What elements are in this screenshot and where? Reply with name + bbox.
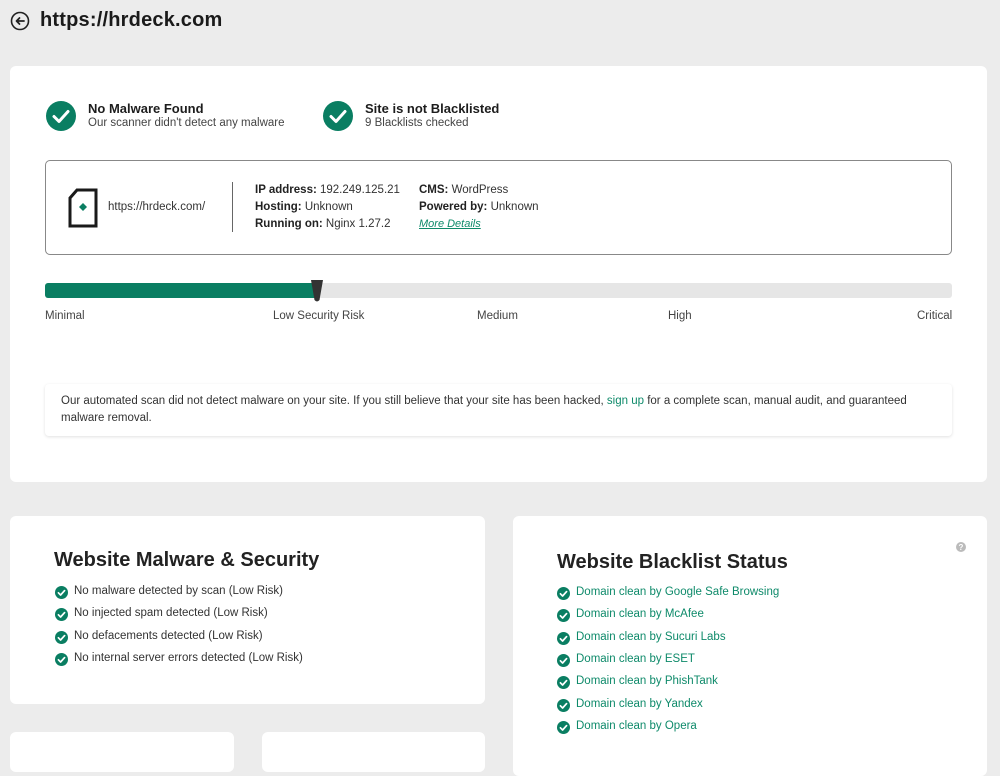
- risk-marker-icon: [311, 280, 323, 302]
- list-item-label[interactable]: Domain clean by Opera: [576, 720, 697, 732]
- top-bar: https://hrdeck.com: [0, 0, 1000, 42]
- check-circle-icon: [323, 101, 353, 131]
- check-circle-icon: [55, 586, 68, 599]
- divider: [232, 182, 233, 232]
- site-url: https://hrdeck.com/: [108, 201, 206, 213]
- back-arrow-icon[interactable]: [10, 11, 30, 31]
- check-circle-icon: [557, 587, 570, 600]
- malware-section-title: Website Malware & Security: [54, 549, 320, 571]
- site-info-box: https://hrdeck.com/ IP address: 192.249.…: [45, 160, 952, 255]
- more-details-link[interactable]: More Details: [419, 218, 481, 230]
- risk-label-minimal: Minimal: [45, 310, 85, 322]
- check-circle-icon: [557, 631, 570, 645]
- list-item-label: No internal server errors detected (Low …: [74, 651, 303, 664]
- blacklist-status-title: Site is not Blacklisted: [365, 101, 500, 116]
- list-item-label: No injected spam detected (Low Risk): [74, 607, 268, 620]
- svg-text:?: ?: [959, 543, 964, 552]
- malware-status-title: No Malware Found: [88, 101, 204, 116]
- check-circle-icon: [55, 630, 68, 644]
- list-item-label[interactable]: Domain clean by Google Safe Browsing: [576, 586, 779, 598]
- sign-up-link[interactable]: sign up: [607, 395, 644, 407]
- site-document-icon: [68, 188, 98, 228]
- list-item-label[interactable]: Domain clean by Yandex: [576, 698, 703, 710]
- risk-label-low: Low Security Risk: [273, 310, 365, 322]
- list-item-label[interactable]: Domain clean by Sucuri Labs: [576, 631, 726, 643]
- lower-card-right: [262, 732, 485, 772]
- check-circle-icon: [557, 609, 570, 623]
- page-title: https://hrdeck.com: [40, 9, 223, 31]
- notice-text: Our automated scan did not detect malwar…: [61, 395, 907, 424]
- check-circle-icon: [55, 652, 68, 666]
- list-item-label[interactable]: Domain clean by ESET: [576, 653, 695, 665]
- list-item-label[interactable]: Domain clean by PhishTank: [576, 675, 718, 687]
- question-circle-icon[interactable]: ?: [956, 542, 966, 552]
- risk-label-medium: Medium: [477, 310, 518, 322]
- blacklist-section-title: Website Blacklist Status: [557, 551, 788, 573]
- list-item-label: No defacements detected (Low Risk): [74, 629, 263, 642]
- cms-row: CMS: WordPress: [419, 184, 509, 196]
- lower-card-left: [10, 732, 234, 772]
- check-circle-icon: [55, 608, 68, 622]
- check-circle-icon: [46, 101, 76, 131]
- list-item-label: No malware detected by scan (Low Risk): [74, 585, 283, 597]
- blacklist-status-card: Website Blacklist Status ? Domain clean …: [513, 516, 987, 776]
- malware-status-subtitle: Our scanner didn't detect any malware: [88, 117, 285, 129]
- check-circle-icon: [557, 653, 570, 667]
- scan-notice: Our automated scan did not detect malwar…: [45, 384, 952, 436]
- powered-by-row: Powered by: Unknown: [419, 201, 539, 213]
- check-circle-icon: [557, 698, 570, 712]
- check-circle-icon: [557, 720, 570, 734]
- list-item-label[interactable]: Domain clean by McAfee: [576, 608, 704, 620]
- risk-label-critical: Critical: [917, 310, 953, 322]
- hosting-row: Hosting: Unknown: [255, 201, 353, 213]
- ip-address-row: IP address: 192.249.125.21: [255, 184, 400, 196]
- scan-summary-card: No Malware Found Our scanner didn't dete…: [10, 66, 987, 482]
- blacklist-status-subtitle: 9 Blacklists checked: [365, 117, 469, 129]
- risk-meter: [45, 280, 952, 302]
- malware-security-card: Website Malware & Security No malware de…: [10, 516, 485, 704]
- risk-label-high: High: [668, 310, 692, 322]
- risk-meter-fill: [45, 283, 317, 298]
- running-on-row: Running on: Nginx 1.27.2: [255, 218, 391, 230]
- check-circle-icon: [557, 676, 570, 690]
